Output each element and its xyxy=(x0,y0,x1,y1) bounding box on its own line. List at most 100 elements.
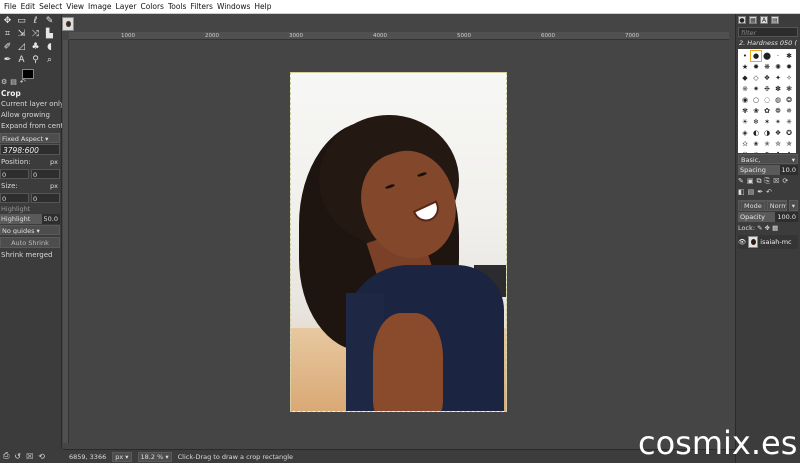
brush-preset-icon[interactable]: ※ xyxy=(740,84,750,94)
brush-preset-icon[interactable]: ✿ xyxy=(762,106,772,116)
brush-preset-icon[interactable]: ❋ xyxy=(762,62,772,72)
brush-preset-icon[interactable]: ✪ xyxy=(784,128,794,138)
brush-grid[interactable]: • ● ⬤ · ✱ ★ ✸ ❋ ✺ ✹ ◆ ◇ ❖ ✦ ✧ ※ ✷ ❉ ✽ ❃ ◉ ○ ◌ ◍ ❂ ✾ ❀ ✿ ❁ ✵ ☀ ❄ ✶ ✴ ✳ ◈ ◐ ◑ ❖ ✪… xyxy=(738,49,796,153)
image-tab-thumbnail[interactable] xyxy=(62,17,74,31)
fixed-aspect-dropdown[interactable]: Fixed Aspect ▾ xyxy=(0,133,60,143)
spacing-slider[interactable]: Spacing 10.0 xyxy=(738,165,798,175)
rect-select-icon[interactable]: ▭ xyxy=(16,16,27,27)
fuzzy-select-icon[interactable]: ✎ xyxy=(44,16,55,27)
menu-select[interactable]: Select xyxy=(37,0,64,14)
menu-file[interactable]: File xyxy=(2,0,19,14)
brush-preset-icon[interactable]: ☀ xyxy=(740,117,750,127)
allow-growing-checkbox[interactable]: Allow growing xyxy=(0,110,62,121)
paths-tab-icon[interactable]: ✒ xyxy=(757,188,763,197)
brushes-tab-icon[interactable]: ● xyxy=(738,16,746,24)
menu-view[interactable]: View xyxy=(64,0,86,14)
pencil-icon[interactable]: ✐ xyxy=(2,42,13,53)
menu-windows[interactable]: Windows xyxy=(215,0,252,14)
new-brush-icon[interactable]: ▣ xyxy=(747,177,754,186)
opacity-value[interactable]: 100.0 xyxy=(775,212,798,222)
brush-preset-icon[interactable]: ✺ xyxy=(773,62,783,72)
unit-dropdown[interactable]: px ▾ xyxy=(112,451,132,462)
brush-preset-icon[interactable]: ❖ xyxy=(773,128,783,138)
transform-icon[interactable]: ⇲ xyxy=(16,29,27,40)
brush-preset-icon[interactable]: ❄ xyxy=(751,117,761,127)
guides-dropdown[interactable]: No guides ▾ xyxy=(0,225,60,235)
highlight-opacity-value[interactable]: 50.0 xyxy=(41,214,60,224)
auto-shrink-button[interactable]: Auto Shrink xyxy=(0,237,60,248)
layers-tab-icon[interactable]: ◧ xyxy=(738,188,745,197)
position-x-input[interactable]: 0 xyxy=(0,169,29,179)
size-h-input[interactable]: 0 xyxy=(31,193,60,203)
brush-preset-icon[interactable]: ✾ xyxy=(740,106,750,116)
lasso-icon[interactable]: ℓ xyxy=(30,16,41,27)
brush-preset-icon[interactable]: ✦ xyxy=(773,73,783,83)
brush-preset-icon[interactable]: ❉ xyxy=(762,84,772,94)
warp-icon[interactable]: ⤨ xyxy=(30,29,41,40)
move-icon[interactable]: ✥ xyxy=(2,16,13,27)
color-picker-icon[interactable]: ⚲ xyxy=(30,55,41,66)
save-options-icon[interactable]: ⎙ xyxy=(3,451,9,461)
brush-preset-icon[interactable]: ✥ xyxy=(784,150,794,153)
brush-preset-icon[interactable]: ✱ xyxy=(784,51,794,61)
bucket-fill-icon[interactable]: ▙ xyxy=(44,29,55,40)
smudge-icon[interactable]: ◖ xyxy=(44,42,55,53)
lock-alpha-icon[interactable]: ▦ xyxy=(772,224,778,232)
edit-brush-icon[interactable]: ✎ xyxy=(738,177,744,186)
brush-preset-icon[interactable]: ✬ xyxy=(751,139,761,149)
brush-preset-icon[interactable]: · xyxy=(773,51,783,61)
duplicate-brush-icon[interactable]: ⧉ xyxy=(757,177,762,186)
brush-preset-icon[interactable]: ❊ xyxy=(740,150,750,153)
brush-preset-icon[interactable]: ✷ xyxy=(751,84,761,94)
crop-icon[interactable]: ⌗ xyxy=(2,29,13,40)
brush-preset-icon[interactable]: ✽ xyxy=(773,84,783,94)
reset-options-icon[interactable]: ⟲ xyxy=(38,452,45,461)
highlight-opacity-slider[interactable]: Highlight 50.0 xyxy=(0,214,60,224)
brush-preset-icon[interactable]: ✸ xyxy=(751,62,761,72)
brush-preset-icon[interactable]: ◌ xyxy=(762,95,772,105)
brush-preset-icon[interactable]: ❃ xyxy=(784,84,794,94)
brush-preset-icon[interactable]: ✴ xyxy=(773,117,783,127)
spacing-value[interactable]: 10.0 xyxy=(779,165,798,175)
brush-preset-icon[interactable]: ❁ xyxy=(773,106,783,116)
clone-icon[interactable]: ♣ xyxy=(30,42,41,53)
brush-preset-icon[interactable]: ✶ xyxy=(762,117,772,127)
brush-preset-icon[interactable]: ✯ xyxy=(784,139,794,149)
fonts-tab-icon[interactable]: A xyxy=(760,16,768,24)
layer-mode-dropdown[interactable]: Mode Normal xyxy=(738,200,787,211)
brush-preset-icon[interactable]: ❂ xyxy=(784,95,794,105)
brush-preset-icon[interactable]: ✤ xyxy=(773,150,783,153)
brush-preset-icon[interactable]: ❀ xyxy=(751,106,761,116)
refresh-brushes-icon[interactable]: ⟳ xyxy=(782,177,788,186)
brush-preset-icon[interactable]: ✹ xyxy=(784,62,794,72)
brush-preset-icon[interactable]: ✵ xyxy=(784,106,794,116)
brush-preset-icon[interactable]: ◈ xyxy=(740,128,750,138)
restore-options-icon[interactable]: ↺ xyxy=(14,452,21,461)
brush-preset-icon[interactable]: • xyxy=(740,51,750,61)
patterns-tab-icon[interactable]: ▦ xyxy=(749,16,757,24)
brush-preset-icon[interactable]: ❖ xyxy=(762,73,772,83)
menu-tools[interactable]: Tools xyxy=(166,0,188,14)
path-icon[interactable]: ✒ xyxy=(2,55,13,66)
canvas-image[interactable] xyxy=(290,72,507,412)
expand-from-center-checkbox[interactable]: Expand from center xyxy=(0,121,62,132)
tool-options-icon[interactable]: ⚙ xyxy=(1,78,7,88)
brush-preset-icon[interactable]: ◍ xyxy=(773,95,783,105)
horizontal-ruler[interactable]: 1000 2000 3000 4000 5000 6000 7000 xyxy=(69,32,729,40)
delete-brush-icon[interactable]: ☒ xyxy=(773,177,779,186)
brush-filter-input[interactable]: filter xyxy=(738,27,798,37)
brush-preset-icon[interactable]: ✮ xyxy=(773,139,783,149)
undo-history-icon[interactable]: ↶ xyxy=(20,78,26,88)
size-w-input[interactable]: 0 xyxy=(0,193,29,203)
shrink-merged-checkbox[interactable]: Shrink merged xyxy=(0,250,62,261)
channels-tab-icon[interactable]: ▤ xyxy=(748,188,755,197)
lock-position-icon[interactable]: ✥ xyxy=(765,224,770,232)
menu-help[interactable]: Help xyxy=(252,0,273,14)
history-tab-icon[interactable]: ↶ xyxy=(766,188,772,197)
brush-preset-icon[interactable]: ✧ xyxy=(784,73,794,83)
layer-visibility-eye-icon[interactable]: 👁 xyxy=(738,238,746,246)
brush-preset-icon[interactable]: ● xyxy=(750,50,762,62)
brush-preset-icon[interactable]: ⬤ xyxy=(762,51,772,61)
layer-row[interactable]: 👁 isaiah-mc xyxy=(738,235,798,249)
brush-preset-icon[interactable]: ◆ xyxy=(740,73,750,83)
